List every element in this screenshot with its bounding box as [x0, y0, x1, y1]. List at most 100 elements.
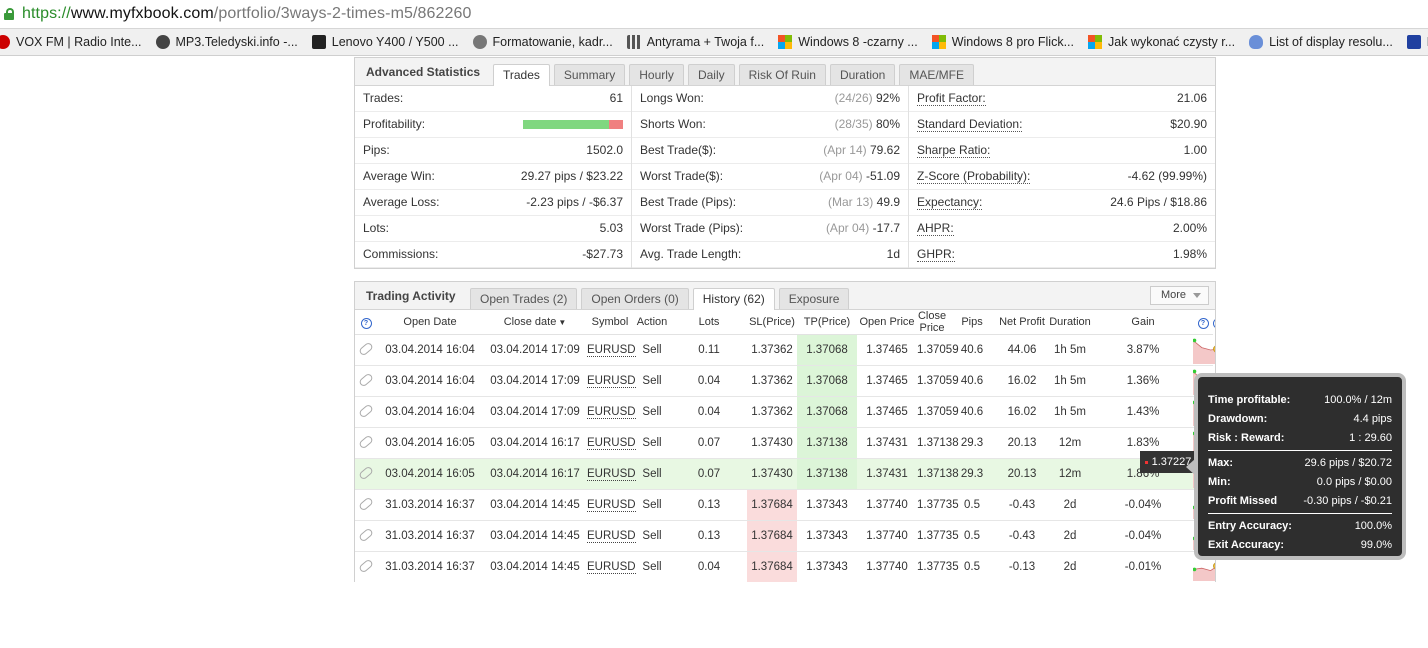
column-header[interactable]: SL(Price): [747, 310, 798, 335]
cell-value[interactable]: EURUSD: [587, 468, 636, 481]
paperclip-icon[interactable]: [358, 372, 374, 388]
column-header[interactable]: Open Price: [857, 310, 918, 335]
cell-value: 1.37684: [751, 561, 793, 573]
cell-open-price: 1.37465: [857, 396, 918, 428]
bookmark-item[interactable]: Megapixels v: [1406, 35, 1428, 49]
paperclip-icon[interactable]: [358, 341, 374, 357]
table-row[interactable]: 31.03.2014 16:37 03.04.2014 14:45 EURUSD Se…: [355, 551, 1215, 582]
column-header[interactable]: TP(Price): [797, 310, 858, 335]
stat-value: 2.00%: [1173, 216, 1207, 241]
tab-open-trades-2[interactable]: Open Trades (2): [470, 288, 578, 309]
tab-exposure[interactable]: Exposure: [778, 288, 850, 309]
column-header[interactable]: Close date ▼: [483, 310, 587, 335]
cell-value: 1.37362: [751, 375, 793, 387]
cell-value[interactable]: EURUSD: [587, 530, 636, 543]
help-icon[interactable]: ?: [360, 317, 372, 329]
paperclip-icon[interactable]: [358, 403, 374, 419]
paperclip-icon[interactable]: [358, 496, 374, 512]
stat-label[interactable]: Expectancy:: [917, 195, 983, 210]
cell-gain: -0.01%: [1093, 551, 1194, 582]
tab-summary[interactable]: Summary: [553, 64, 626, 85]
tab-trades[interactable]: Trades: [493, 64, 550, 86]
cell-sl: 1.37430: [747, 458, 798, 490]
column-header[interactable]: Pips: [947, 310, 998, 335]
column-header[interactable]: Action: [633, 310, 671, 335]
bookmark-item[interactable]: VOX FM | Radio Inte...: [0, 35, 142, 49]
table-row[interactable]: 03.04.2014 16:05 03.04.2014 16:17 EURUSD Se…: [355, 458, 1215, 490]
paperclip-icon[interactable]: [358, 434, 374, 450]
windows-icon: [778, 35, 793, 49]
table-row[interactable]: 03.04.2014 16:04 03.04.2014 17:09 EURUSD Se…: [355, 396, 1215, 428]
stat-row: Average Loss: -2.23 pips / -$6.37: [355, 190, 631, 216]
cell-value: 0.07: [697, 468, 721, 480]
cell-duration: 1h 5m: [1047, 365, 1094, 397]
column-header[interactable]: Gain: [1093, 310, 1194, 335]
cell-value[interactable]: EURUSD: [587, 437, 636, 450]
stat-label[interactable]: Profit Factor:: [917, 91, 986, 106]
column-header[interactable]: Close Price: [917, 310, 948, 335]
table-row[interactable]: 03.04.2014 16:04 03.04.2014 17:09 EURUSD Se…: [355, 334, 1215, 366]
bookmark-item[interactable]: MP3.Teledyski.info -...: [155, 35, 298, 49]
paperclip-icon[interactable]: [358, 527, 374, 543]
bookmark-item[interactable]: Formatowanie, kadr...: [472, 35, 613, 49]
tab-history-62[interactable]: History (62): [692, 288, 775, 310]
cell-profit: -0.43: [997, 489, 1048, 521]
cell-symbol: EURUSD: [587, 365, 636, 397]
column-header[interactable]: Lots: [671, 310, 748, 335]
bookmark-item[interactable]: Windows 8 pro Flick...: [931, 35, 1074, 49]
stat-label[interactable]: AHPR:: [917, 221, 954, 236]
cell-profit: 16.02: [997, 396, 1048, 428]
cell-sl: 1.37684: [747, 489, 798, 521]
tab-daily[interactable]: Daily: [687, 64, 735, 85]
column-header[interactable]: Net Profit: [997, 310, 1048, 335]
tab-mae-mfe[interactable]: MAE/MFE: [899, 64, 974, 85]
help-icon[interactable]: ?: [1197, 317, 1209, 329]
column-header[interactable]: Symbol: [587, 310, 633, 335]
cell-value[interactable]: EURUSD: [587, 406, 636, 419]
cell-tp: 1.37138: [797, 458, 858, 490]
bookmark-item[interactable]: Antyrama + Twoja f...: [626, 35, 764, 49]
stat-label[interactable]: GHPR:: [917, 247, 956, 262]
stat-tabs: Trades Summary Hourly Daily Risk Of Ruin Dura…: [493, 64, 978, 86]
bookmark-item[interactable]: Windows 8 -czarny ...: [778, 35, 918, 49]
cell-value[interactable]: EURUSD: [587, 375, 636, 388]
cell-value[interactable]: EURUSD: [587, 344, 636, 357]
tab-risk-of-ruin[interactable]: Risk Of Ruin: [738, 64, 826, 85]
bookmarks-bar: VOX FM | Radio Inte... MP3.Teledyski.info…: [0, 29, 1428, 56]
tab-duration[interactable]: Duration: [829, 64, 896, 85]
paperclip-icon[interactable]: [358, 558, 374, 574]
stat-label[interactable]: Sharpe Ratio:: [917, 143, 991, 158]
bookmark-item[interactable]: Lenovo Y400 / Y500 ...: [311, 35, 459, 49]
bookmark-item[interactable]: List of display resolu...: [1249, 35, 1393, 49]
stat-number: 1502.0: [586, 143, 623, 157]
table-row[interactable]: 03.04.2014 16:04 03.04.2014 17:09 EURUSD Se…: [355, 365, 1215, 397]
table-row[interactable]: 31.03.2014 16:37 03.04.2014 14:45 EURUSD Se…: [355, 520, 1215, 552]
table-row[interactable]: 03.04.2014 16:05 03.04.2014 16:17 EURUSD Se…: [355, 427, 1215, 459]
url-text[interactable]: https://www.myfxbook.com/portfolio/3ways…: [22, 5, 472, 23]
help-icon[interactable]: ?: [1213, 317, 1215, 329]
cell-value[interactable]: EURUSD: [587, 499, 636, 512]
cell-close-price: 1.37059: [917, 396, 959, 428]
tab-hourly[interactable]: Hourly: [629, 64, 684, 85]
trade-tooltip: Time profitable: 100.0% / 12m Drawdown: 4.4…: [1186, 373, 1406, 560]
stat-label[interactable]: Standard Deviation:: [917, 117, 1023, 132]
cell-value: 1h 5m: [1054, 406, 1086, 418]
cell-value[interactable]: EURUSD: [587, 561, 636, 574]
stat-number: 5.03: [599, 221, 623, 235]
cell-value: 0.11: [698, 344, 720, 356]
address-bar[interactable]: https://www.myfxbook.com/portfolio/3ways…: [0, 0, 1428, 29]
stat-label: Best Trade (Pips):: [640, 195, 737, 209]
tab-open-orders-0[interactable]: Open Orders (0): [581, 288, 689, 309]
bookmark-item[interactable]: Jak wykonać czysty r...: [1088, 35, 1235, 49]
column-header[interactable]: Duration: [1047, 310, 1094, 335]
paperclip-icon[interactable]: [358, 465, 374, 481]
cell-open: 03.04.2014 16:05: [377, 458, 483, 490]
more-dropdown[interactable]: More: [1149, 286, 1209, 305]
table-row[interactable]: 31.03.2014 16:37 03.04.2014 14:45 EURUSD Se…: [355, 489, 1215, 521]
stat-label[interactable]: Z-Score (Probability):: [917, 169, 1031, 184]
cell-open: 03.04.2014 16:04: [377, 365, 483, 397]
cell-profit: 20.13: [997, 458, 1048, 490]
tooltip-value: 0.0 pips / $0.00: [1316, 476, 1392, 488]
column-header[interactable]: Open Date: [377, 310, 483, 335]
stat-value: (Mar 13) 49.9: [828, 190, 900, 215]
